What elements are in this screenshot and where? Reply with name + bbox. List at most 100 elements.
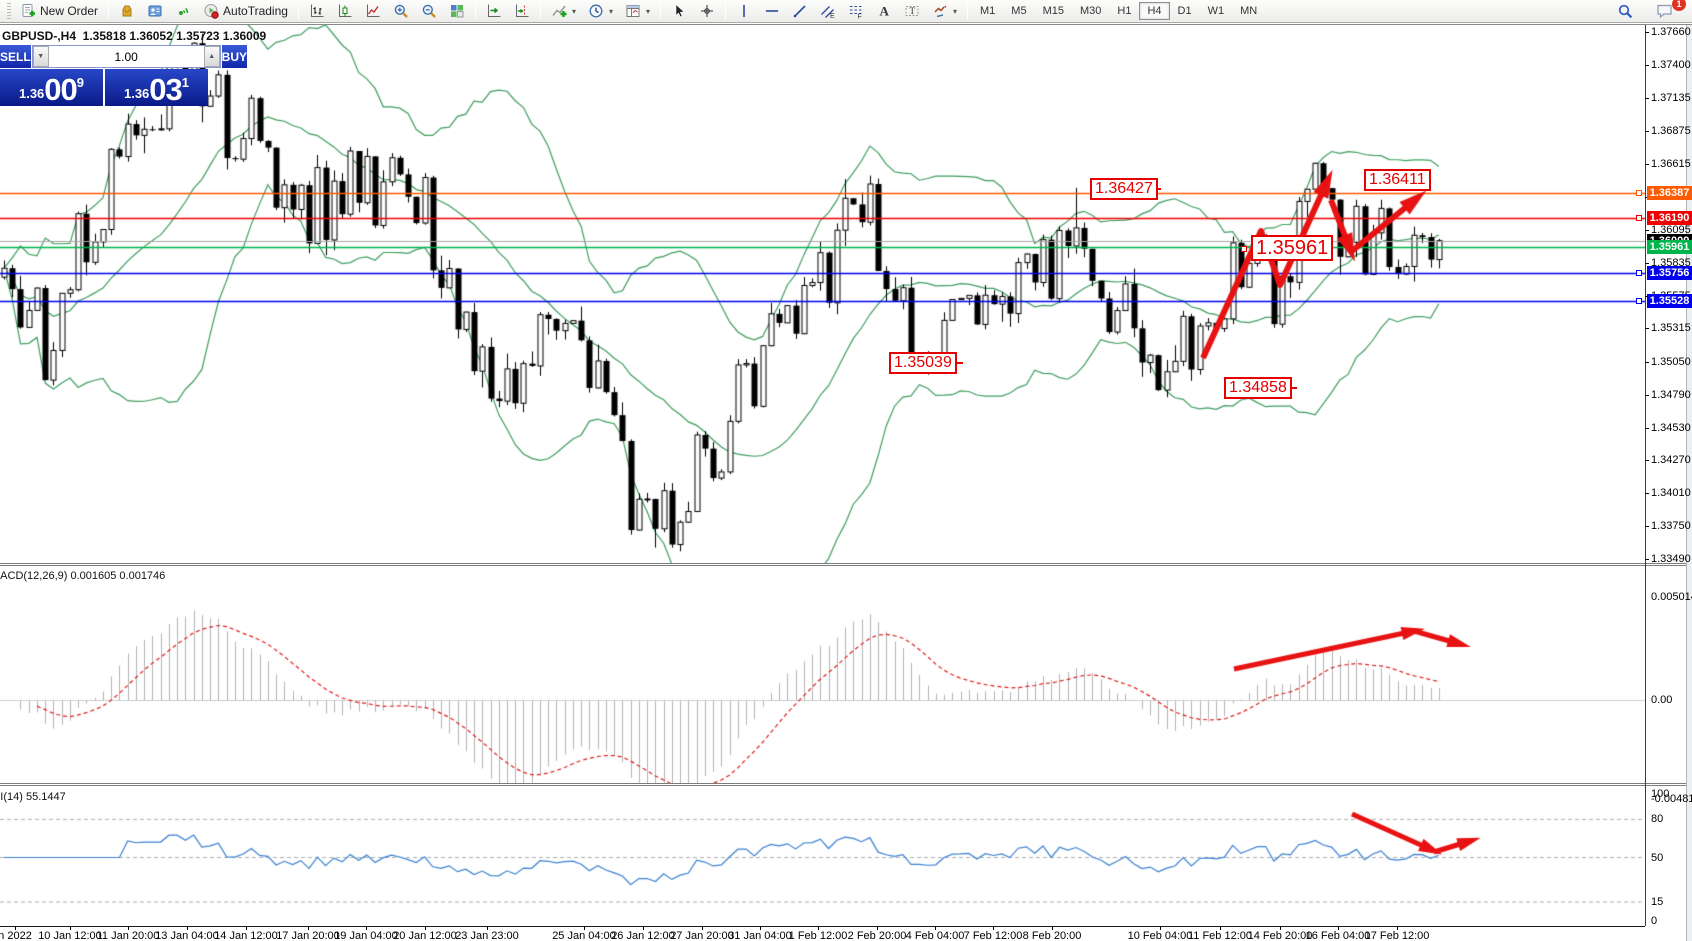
time-axis-label: 8 Feb 20:00 bbox=[1023, 930, 1082, 941]
timeframe-button-m1[interactable]: M1 bbox=[972, 2, 1003, 20]
timeframe-button-m5[interactable]: M5 bbox=[1003, 2, 1034, 20]
timeframe-button-h4[interactable]: H4 bbox=[1139, 2, 1169, 20]
timeframe-button-d1[interactable]: D1 bbox=[1170, 2, 1200, 20]
trendline-button[interactable] bbox=[786, 1, 814, 21]
search-button[interactable] bbox=[1611, 1, 1640, 21]
line-handle[interactable] bbox=[1636, 215, 1642, 221]
buy-button[interactable]: BUY bbox=[222, 45, 247, 68]
macd-pane-canvas[interactable] bbox=[0, 566, 1645, 783]
time-axis-label: 16 Feb 04:00 bbox=[1306, 930, 1371, 941]
price-axis-tick bbox=[1645, 164, 1649, 165]
timeframe-button-m15[interactable]: M15 bbox=[1035, 2, 1072, 20]
annotation-connector bbox=[957, 362, 963, 364]
periods-button[interactable]: ▾ bbox=[582, 1, 619, 21]
candles-chart-button[interactable] bbox=[331, 1, 359, 21]
price-level-badge: 1.36190 bbox=[1647, 211, 1692, 225]
auto-scroll-button[interactable] bbox=[480, 1, 508, 21]
line-handle[interactable] bbox=[1636, 270, 1642, 276]
line-handle[interactable] bbox=[1636, 298, 1642, 304]
timeframe-button-mn[interactable]: MN bbox=[1232, 2, 1265, 20]
new-order-icon bbox=[20, 3, 36, 19]
rsi-axis-label: 80 bbox=[1651, 813, 1663, 825]
text-button[interactable]: A bbox=[870, 1, 898, 21]
market-icon bbox=[119, 3, 135, 19]
line-handle[interactable] bbox=[1241, 246, 1247, 252]
line-chart-button[interactable] bbox=[359, 1, 387, 21]
new-order-button[interactable]: New Order bbox=[14, 1, 104, 21]
notifications-button[interactable]: 1 bbox=[1650, 1, 1680, 21]
volume-input[interactable] bbox=[49, 46, 204, 67]
tile-windows-button[interactable] bbox=[443, 1, 471, 21]
time-axis-label: 7 Feb 12:00 bbox=[964, 930, 1023, 941]
sell-button[interactable]: SELL bbox=[0, 45, 31, 68]
channel-button[interactable]: E bbox=[814, 1, 842, 21]
price-annotation-label[interactable]: 1.36411 bbox=[1364, 169, 1431, 191]
time-axis-label: 25 Jan 04:00 bbox=[552, 930, 616, 941]
price-level-badge: 1.35756 bbox=[1647, 266, 1692, 280]
macd-axis-label: 0.00 bbox=[1651, 694, 1672, 706]
label-icon: T bbox=[904, 3, 920, 19]
price-axis-tick bbox=[1645, 230, 1649, 231]
svg-text:T: T bbox=[910, 6, 916, 16]
sell-price-display[interactable]: 1.36009 bbox=[0, 69, 103, 106]
chevron-down-icon[interactable]: ▾ bbox=[953, 7, 957, 16]
sell-price-pip: 9 bbox=[77, 75, 84, 90]
buy-price-display[interactable]: 1.36031 bbox=[105, 69, 208, 106]
price-axis-tick bbox=[1645, 460, 1649, 461]
label-button[interactable]: T bbox=[898, 1, 926, 21]
templates-button[interactable]: ▾ bbox=[619, 1, 656, 21]
notification-badge: 1 bbox=[1672, 0, 1686, 11]
price-axis-tick bbox=[1645, 263, 1649, 264]
chevron-down-icon[interactable]: ▾ bbox=[646, 7, 650, 16]
autotrading-icon bbox=[203, 3, 219, 19]
time-axis-label: 13 Jan 04:00 bbox=[155, 930, 219, 941]
time-axis-label: 23 Jan 23:00 bbox=[455, 930, 519, 941]
templates-icon bbox=[625, 3, 641, 19]
candles-chart-icon bbox=[337, 3, 353, 19]
timeframe-button-m30[interactable]: M30 bbox=[1072, 2, 1109, 20]
price-axis-label: 1.34270 bbox=[1651, 454, 1691, 466]
fibonacci-button[interactable]: F bbox=[842, 1, 870, 21]
time-axis-label: 20 Jan 12:00 bbox=[393, 930, 457, 941]
price-annotation-label[interactable]: 1.35961 bbox=[1251, 235, 1333, 261]
price-annotation-label[interactable]: 1.35039 bbox=[889, 352, 957, 374]
market-button[interactable] bbox=[113, 1, 141, 21]
price-axis-line bbox=[1645, 25, 1646, 926]
sell-price-big: 00 bbox=[44, 75, 76, 104]
zoom-out-button[interactable] bbox=[415, 1, 443, 21]
zoom-in-button[interactable] bbox=[387, 1, 415, 21]
toolbar-separator bbox=[298, 2, 299, 20]
timeframe-button-w1[interactable]: W1 bbox=[1200, 2, 1233, 20]
chart-shift-button[interactable] bbox=[508, 1, 536, 21]
text-icon: A bbox=[876, 3, 892, 19]
signals-button[interactable] bbox=[169, 1, 197, 21]
chart-shift-icon bbox=[514, 3, 530, 19]
line-handle[interactable] bbox=[1636, 190, 1642, 196]
price-axis-label: 1.35050 bbox=[1651, 356, 1691, 368]
rsi-axis-label: 0 bbox=[1651, 915, 1657, 927]
cursor-button[interactable] bbox=[665, 1, 693, 21]
volume-decrease-button[interactable]: ▼ bbox=[33, 46, 49, 67]
price-annotation-label[interactable]: 1.36427 bbox=[1090, 178, 1158, 200]
new-order-button-label: New Order bbox=[40, 4, 98, 18]
autotrading-button[interactable]: AutoTrading bbox=[197, 1, 294, 21]
time-axis-label: 10 Feb 04:00 bbox=[1128, 930, 1193, 941]
indicators-button[interactable]: ▾ bbox=[545, 1, 582, 21]
horizontal-line-button[interactable] bbox=[758, 1, 786, 21]
shapes-button[interactable]: ▾ bbox=[926, 1, 963, 21]
rsi-pane-canvas[interactable] bbox=[0, 786, 1645, 928]
bars-chart-button[interactable] bbox=[303, 1, 331, 21]
timeframe-button-h1[interactable]: H1 bbox=[1109, 2, 1139, 20]
community-icon bbox=[147, 3, 163, 19]
toolbar-grip[interactable] bbox=[7, 3, 11, 19]
main-chart-canvas[interactable] bbox=[0, 25, 1645, 563]
price-annotation-label[interactable]: 1.34858 bbox=[1224, 377, 1292, 399]
chart-window: GBPUSD-,H4 1.35818 1.36052 1.35723 1.360… bbox=[0, 24, 1692, 941]
indicators-icon bbox=[551, 3, 567, 19]
chevron-down-icon[interactable]: ▾ bbox=[609, 7, 613, 16]
vertical-line-button[interactable] bbox=[730, 1, 758, 21]
crosshair-button[interactable] bbox=[693, 1, 721, 21]
community-button[interactable] bbox=[141, 1, 169, 21]
chevron-down-icon[interactable]: ▾ bbox=[572, 7, 576, 16]
volume-increase-button[interactable]: ▲ bbox=[204, 46, 220, 67]
